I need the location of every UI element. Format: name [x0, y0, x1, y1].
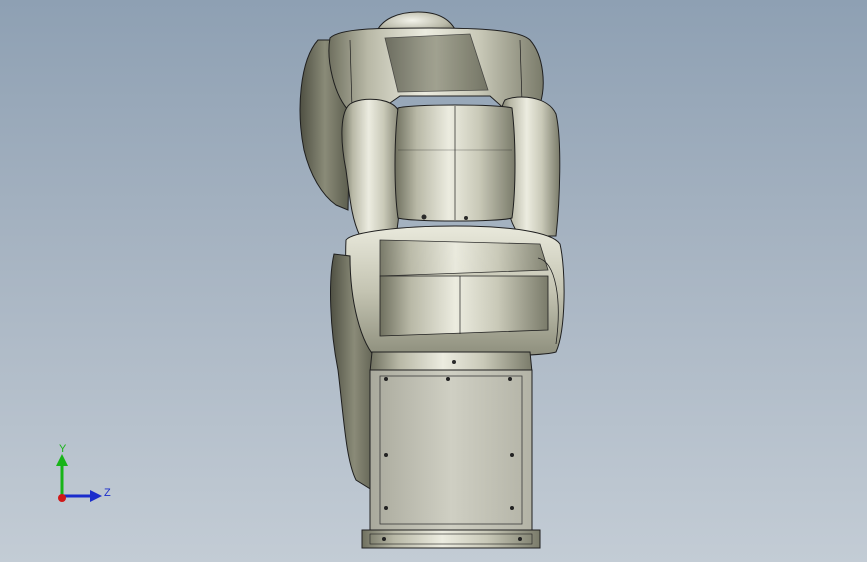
elbow-cap-left — [341, 98, 403, 237]
robot-arm-model[interactable] — [0, 0, 867, 562]
coordinate-triad: Y Z — [56, 443, 111, 502]
base-foot — [361, 529, 541, 549]
base-cabinet — [369, 369, 533, 531]
z-axis-label: Z — [104, 487, 111, 499]
waist-ring — [369, 351, 533, 373]
y-axis-label: Y — [59, 443, 67, 455]
graphics-viewport[interactable]: Y Z — [0, 0, 867, 562]
x-axis-icon — [58, 494, 66, 502]
